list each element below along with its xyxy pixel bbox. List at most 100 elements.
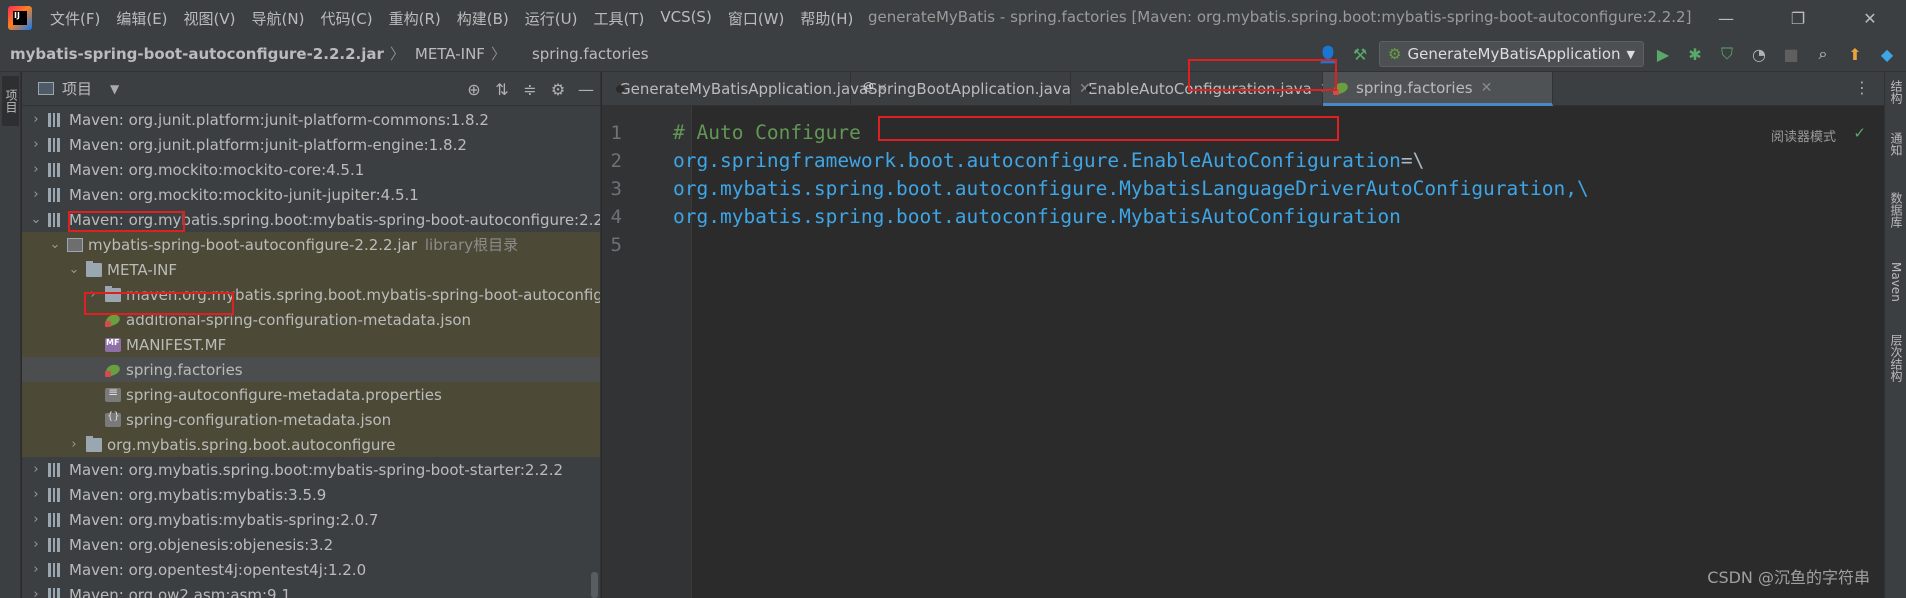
menu-item[interactable]: 窗口(W) <box>720 8 793 29</box>
tree-row[interactable]: › Maven: org.ow2.asm:asm:9.1 <box>22 582 600 598</box>
tree-row[interactable]: › Maven: org.opentest4j:opentest4j:1.2.0 <box>22 557 600 582</box>
breadcrumb-jar[interactable]: mybatis-spring-boot-autoconfigure-2.2.2.… <box>0 45 384 63</box>
minimize-icon[interactable]: — <box>1690 9 1762 28</box>
tree-row[interactable]: spring.factories <box>22 357 600 382</box>
profile-icon[interactable]: ◔ <box>1746 41 1772 67</box>
collapse-all-icon[interactable]: ≑ <box>522 80 538 99</box>
breadcrumb-meta-inf[interactable]: META-INF <box>405 45 485 63</box>
menu-item[interactable]: 运行(U) <box>517 8 586 29</box>
editor-tab-bar: ⋮ GenerateMyBatisApplication.java ✕ Spring… <box>602 72 1884 106</box>
chevron-right-icon[interactable]: › <box>68 437 80 452</box>
tree-row[interactable]: ⌄ Maven: org.mybatis.spring.boot:mybatis-… <box>22 207 600 232</box>
chevron-right-icon[interactable]: › <box>30 162 42 177</box>
menu-item[interactable]: 文件(F) <box>42 8 108 29</box>
tree-row[interactable]: › Maven: org.mybatis:mybatis-spring:2.0.7 <box>22 507 600 532</box>
right-tool-tab[interactable]: Maven <box>1887 262 1905 302</box>
library-icon <box>48 537 60 552</box>
coverage-icon[interactable]: ⛉ <box>1714 41 1740 67</box>
project-tree-scrollbar[interactable] <box>591 572 598 598</box>
debug-icon[interactable]: ✱ <box>1682 41 1708 67</box>
locate-file-icon[interactable]: ⊕ <box>466 80 482 99</box>
menu-item[interactable]: 导航(N) <box>244 8 313 29</box>
tree-row[interactable]: ⌄ mybatis-spring-boot-autoconfigure-2.2.2… <box>22 232 600 257</box>
editor-tab[interactable]: spring.factories ✕ <box>1323 72 1553 106</box>
chevron-right-icon[interactable]: › <box>30 112 42 127</box>
right-tool-tab[interactable]: 通知 <box>1887 132 1905 156</box>
tree-row[interactable]: ⌄ META-INF <box>22 257 600 282</box>
restore-icon[interactable]: ❐ <box>1762 9 1834 28</box>
editor-tab[interactable]: SpringBootApplication.java ✕ <box>851 72 1091 106</box>
editor-tab-label: GenerateMyBatisApplication.java <box>619 80 869 98</box>
chevron-right-icon[interactable]: › <box>30 137 42 152</box>
menu-item[interactable]: 帮助(H) <box>792 8 861 29</box>
intellij-logo-icon[interactable] <box>8 6 32 30</box>
chevron-right-icon[interactable]: › <box>30 512 42 527</box>
menu-item[interactable]: VCS(S) <box>652 8 719 29</box>
project-tree: › Maven: org.junit.platform:junit-platfor… <box>22 107 601 598</box>
tree-row[interactable]: › Maven: org.mybatis:mybatis:3.5.9 <box>22 482 600 507</box>
menu-item[interactable]: 代码(C) <box>312 8 380 29</box>
tree-row[interactable]: MANIFEST.MF <box>22 332 600 357</box>
tree-row[interactable]: spring-configuration-metadata.json <box>22 407 600 432</box>
code-line: # Auto Configure <box>673 121 861 144</box>
project-panel-title[interactable]: 项目 <box>62 78 92 99</box>
breadcrumb-separator-icon: 〉 <box>389 45 405 63</box>
run-configuration-select[interactable]: ⚙ GenerateMyBatisApplication ▼ <box>1379 41 1644 67</box>
search-icon[interactable]: ⌕ <box>1810 41 1836 67</box>
menu-item[interactable]: 视图(V) <box>176 8 244 29</box>
plugin-icon[interactable]: ◆ <box>1874 41 1900 67</box>
expand-all-icon[interactable]: ⇅ <box>494 80 510 99</box>
tree-row[interactable]: › Maven: org.junit.platform:junit-platfor… <box>22 132 600 157</box>
library-icon <box>48 137 60 152</box>
build-hammer-icon[interactable]: ⚒ <box>1347 41 1373 67</box>
chevron-down-icon[interactable]: ▼ <box>110 82 119 96</box>
gear-icon[interactable]: ⚙ <box>550 80 566 99</box>
close-window-icon[interactable]: ✕ <box>1834 9 1906 28</box>
chevron-right-icon[interactable]: › <box>30 562 42 577</box>
tree-row[interactable]: › Maven: org.mockito:mockito-core:4.5.1 <box>22 157 600 182</box>
stop-icon[interactable]: ■ <box>1778 41 1804 67</box>
close-tab-icon[interactable]: ✕ <box>1481 80 1493 96</box>
editor-tab[interactable]: EnableAutoConfiguration.java✕ <box>1071 72 1332 106</box>
tree-row[interactable]: additional-spring-configuration-metadata… <box>22 307 600 332</box>
menu-item[interactable]: 工具(T) <box>585 8 652 29</box>
menu-item[interactable]: 构建(B) <box>449 8 517 29</box>
tree-row[interactable]: › maven.org.mybatis.spring.boot.mybatis-s… <box>22 282 601 307</box>
chevron-down-icon[interactable]: ⌄ <box>49 237 61 252</box>
hide-panel-icon[interactable]: — <box>578 80 594 99</box>
run-icon[interactable]: ▶ <box>1650 41 1676 67</box>
tree-row[interactable]: › Maven: org.mockito:mockito-junit-jupite… <box>22 182 600 207</box>
reader-mode-toggle[interactable]: 阅读器模式 <box>1771 126 1836 145</box>
chevron-right-icon[interactable]: › <box>87 287 99 302</box>
tree-row-label: maven.org.mybatis.spring.boot.mybatis-sp… <box>126 285 601 304</box>
right-tool-tab[interactable]: 结构 <box>1887 80 1905 104</box>
project-tool-tab[interactable]: 项目 <box>2 76 19 126</box>
editor-tab[interactable]: GenerateMyBatisApplication.java ✕ <box>602 72 888 106</box>
menu-item[interactable]: 编辑(E) <box>108 8 175 29</box>
chevron-down-icon[interactable]: ⌄ <box>68 262 80 277</box>
menu-item[interactable]: 重构(R) <box>381 8 449 29</box>
tree-row-label: org.mybatis.spring.boot.autoconfigure <box>107 435 396 454</box>
right-tool-tab[interactable]: 层次结构 <box>1887 334 1905 382</box>
right-tool-tab[interactable]: 数据库 <box>1887 192 1905 228</box>
breadcrumb-spring-factories[interactable]: spring.factories <box>506 45 649 63</box>
user-icon[interactable]: 👤 <box>1315 41 1341 67</box>
chevron-right-icon[interactable]: › <box>30 462 42 477</box>
property-key: org.mybatis.spring.boot.autoconfigure.My… <box>673 177 1589 200</box>
tree-row[interactable]: spring-autoconfigure-metadata.properties <box>22 382 600 407</box>
tree-row[interactable]: › Maven: org.junit.platform:junit-platfor… <box>22 107 600 132</box>
tree-row[interactable]: › Maven: org.objenesis:objenesis:3.2 <box>22 532 600 557</box>
tree-row[interactable]: › org.mybatis.spring.boot.autoconfigure <box>22 432 600 457</box>
chevron-right-icon[interactable]: › <box>30 487 42 502</box>
left-tool-strip: 项目 <box>0 72 21 598</box>
chevron-right-icon[interactable]: › <box>30 537 42 552</box>
tree-row[interactable]: › Maven: org.mybatis.spring.boot:mybatis-… <box>22 457 600 482</box>
update-icon[interactable]: ⬆ <box>1842 41 1868 67</box>
code-area[interactable]: 阅读器模式 ✓ # Auto Configure org.springframew… <box>673 106 1884 598</box>
json-icon <box>105 411 121 427</box>
more-tabs-icon[interactable]: ⋮ <box>1854 78 1870 97</box>
chevron-right-icon[interactable]: › <box>30 587 42 598</box>
chevron-right-icon[interactable]: › <box>30 187 42 202</box>
library-icon <box>48 112 60 127</box>
chevron-down-icon[interactable]: ⌄ <box>30 212 42 227</box>
